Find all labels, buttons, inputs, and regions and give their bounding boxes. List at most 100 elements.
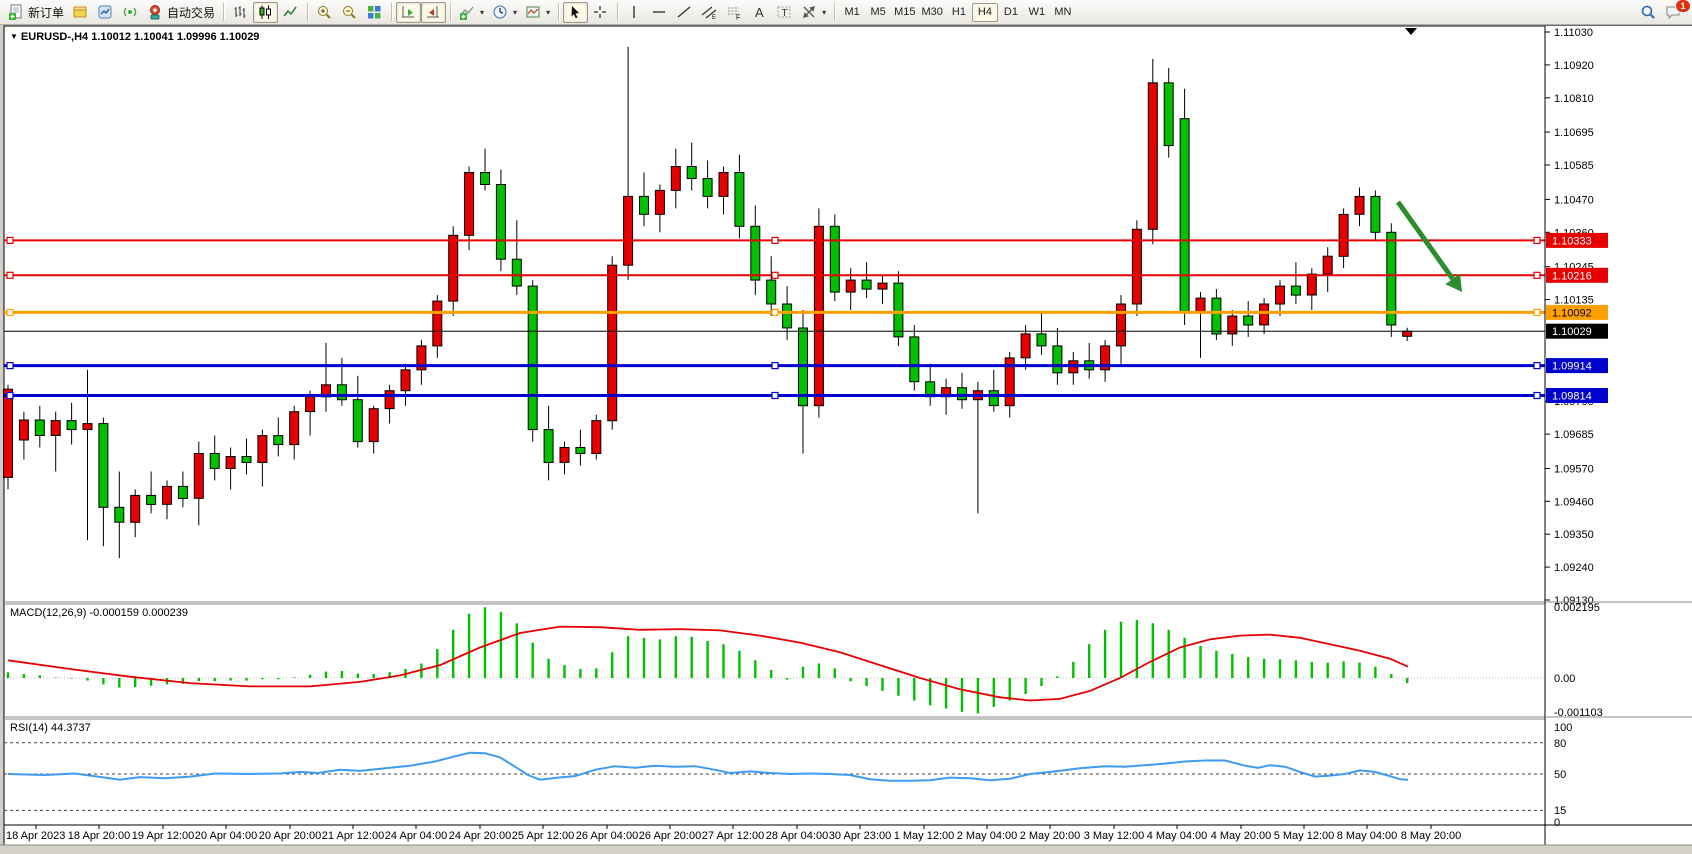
svg-text:1.09460: 1.09460 (1554, 496, 1594, 508)
candlestick-chart-button[interactable] (253, 2, 278, 23)
toolbar-separator (391, 3, 392, 21)
price-badge-1.10029: 1.10029 (1546, 324, 1608, 339)
line-handle[interactable] (772, 272, 778, 278)
timeframe-mn-button[interactable]: MN (1050, 3, 1076, 22)
templates-button[interactable]: ▾ (521, 2, 554, 23)
fibonacci-button[interactable]: F (722, 2, 747, 23)
line-handle[interactable] (7, 309, 13, 315)
timeframe-m15-button[interactable]: M15 (891, 3, 918, 22)
new-chart-button[interactable] (68, 2, 93, 23)
signals-icon (122, 4, 139, 21)
cursor-button[interactable] (563, 2, 588, 23)
periods-button[interactable]: ▾ (488, 2, 521, 23)
bar-chart-button[interactable] (228, 2, 253, 23)
toolbar-separator (307, 3, 308, 21)
indicators-button[interactable]: ▾ (455, 2, 488, 23)
text-button[interactable]: A (747, 2, 772, 23)
dropdown-caret-icon[interactable]: ▾ (546, 8, 550, 17)
macd-signal-value: 0.000239 (142, 607, 188, 619)
line-handle[interactable] (772, 309, 778, 315)
line-handle[interactable] (772, 363, 778, 369)
auto-trading-button[interactable]: 自动交易 (143, 2, 219, 23)
line-handle[interactable] (7, 363, 13, 369)
chart-window[interactable] (4, 26, 1692, 845)
svg-text:2 May 20:00: 2 May 20:00 (1020, 830, 1081, 842)
line-handle[interactable] (7, 237, 13, 243)
timeframe-m1-button[interactable]: M1 (839, 3, 865, 22)
price-badge-1.10092: 1.10092 (1546, 305, 1608, 320)
svg-text:20 Apr 20:00: 20 Apr 20:00 (259, 830, 321, 842)
svg-text:1.09570: 1.09570 (1554, 464, 1594, 476)
svg-text:8 May 04:00: 8 May 04:00 (1337, 830, 1398, 842)
auto-scroll-button[interactable] (396, 2, 421, 23)
horizontal-line-button[interactable] (647, 2, 672, 23)
line-handle[interactable] (7, 272, 13, 278)
profiles-button[interactable] (93, 2, 118, 23)
line-handle[interactable] (772, 237, 778, 243)
line-handle[interactable] (1534, 237, 1540, 243)
price-badge-1.09814: 1.09814 (1546, 388, 1608, 403)
svg-text:1.10029: 1.10029 (1552, 326, 1592, 338)
svg-text:T: T (782, 8, 788, 19)
timeframe-m30-button[interactable]: M30 (919, 3, 946, 22)
signals-button[interactable] (118, 2, 143, 23)
line-handle[interactable] (7, 393, 13, 399)
svg-text:1.09240: 1.09240 (1554, 562, 1594, 574)
timeframe-w1-button[interactable]: W1 (1024, 3, 1050, 22)
svg-text:E: E (712, 15, 716, 21)
line-handle[interactable] (1534, 393, 1540, 399)
svg-text:100: 100 (1554, 722, 1572, 734)
vertical-line-button[interactable] (622, 2, 647, 23)
zoom-out-button[interactable] (337, 2, 362, 23)
dropdown-caret-icon[interactable]: ▾ (480, 8, 484, 17)
channel-button[interactable]: E (697, 2, 722, 23)
line-handle[interactable] (772, 393, 778, 399)
svg-text:0.00: 0.00 (1554, 673, 1575, 685)
timeframe-m5-button[interactable]: M5 (865, 3, 891, 22)
dropdown-caret-icon[interactable]: ▾ (513, 8, 517, 17)
tile-icon (366, 4, 383, 21)
search-button[interactable] (1636, 2, 1661, 23)
svg-text:8 May 20:00: 8 May 20:00 (1401, 830, 1462, 842)
window-bottom-edge (0, 846, 1692, 854)
line-handle[interactable] (1534, 363, 1540, 369)
chart-shift-button[interactable] (421, 2, 446, 23)
price-badge-1.10333: 1.10333 (1546, 233, 1608, 248)
label-button[interactable]: T (772, 2, 797, 23)
svg-text:24 Apr 20:00: 24 Apr 20:00 (449, 830, 511, 842)
tile-windows-button[interactable] (362, 2, 387, 23)
zoom-in-button[interactable] (312, 2, 337, 23)
symbol-dropdown-icon[interactable]: ▼ (10, 32, 18, 41)
candles-icon (257, 4, 274, 21)
channel-icon: E (701, 4, 718, 21)
dropdown-caret-icon[interactable]: ▾ (822, 8, 826, 17)
trendline-button[interactable] (672, 2, 697, 23)
line-chart-button[interactable] (278, 2, 303, 23)
svg-text:24 Apr 04:00: 24 Apr 04:00 (385, 830, 447, 842)
toolbar-separator (558, 3, 559, 21)
zoom-in-icon (316, 4, 333, 21)
rsi-value: 44.3737 (51, 722, 91, 734)
new-order-button[interactable]: 新订单 (4, 2, 68, 23)
svg-text:28 Apr 04:00: 28 Apr 04:00 (766, 830, 828, 842)
svg-text:50: 50 (1554, 769, 1566, 781)
timeframe-h1-button[interactable]: H1 (946, 3, 972, 22)
crosshair-button[interactable] (588, 2, 613, 23)
chart-canvas[interactable]: 1.110301.109201.108101.106951.105851.104… (0, 0, 1692, 854)
svg-text:1.09350: 1.09350 (1554, 529, 1594, 541)
linechart-icon (282, 4, 299, 21)
timeframe-d1-button[interactable]: D1 (998, 3, 1024, 22)
svg-text:26 Apr 20:00: 26 Apr 20:00 (639, 830, 701, 842)
svg-text:5 May 12:00: 5 May 12:00 (1274, 830, 1335, 842)
timeframe-h4-button[interactable]: H4 (972, 3, 998, 22)
chat-button[interactable]: 1 (1661, 2, 1686, 23)
shapes-button[interactable]: ▾ (797, 2, 830, 23)
svg-text:26 Apr 04:00: 26 Apr 04:00 (576, 830, 638, 842)
symbol-quote-line[interactable]: ▼EURUSD-,H4 1.10012 1.10041 1.09996 1.10… (10, 31, 259, 43)
line-handle[interactable] (1534, 309, 1540, 315)
line-handle[interactable] (1534, 272, 1540, 278)
indicators-icon (459, 4, 476, 21)
clock-icon (492, 4, 509, 21)
auto-trading-icon (147, 4, 164, 21)
svg-text:1.10333: 1.10333 (1552, 235, 1592, 247)
